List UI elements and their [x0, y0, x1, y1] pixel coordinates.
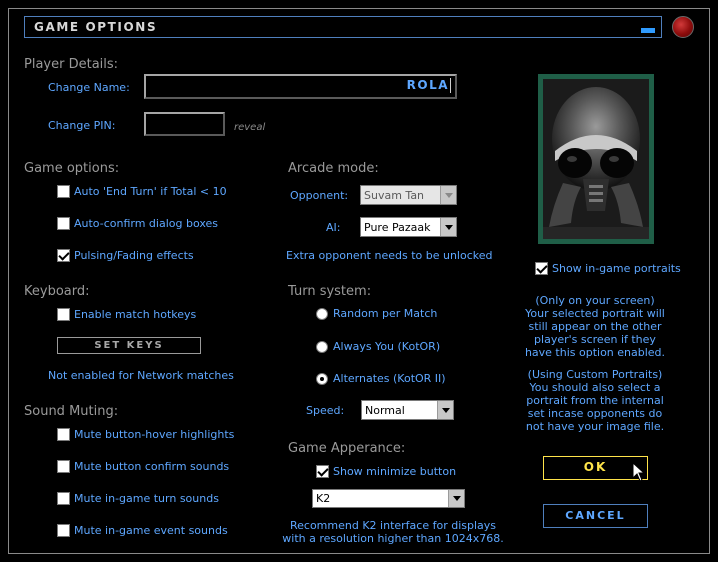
portrait-frame[interactable]: [538, 74, 654, 244]
turn-alternates-option[interactable]: Alternates (KotOR II): [316, 372, 446, 385]
speed-select[interactable]: Normal: [361, 400, 454, 420]
name-input[interactable]: ROLA: [144, 74, 457, 99]
mute-hover-checkbox[interactable]: [57, 428, 70, 441]
portrait-note-2-line-1: (Using Custom Portraits): [527, 368, 663, 381]
reveal-link[interactable]: reveal: [234, 122, 265, 133]
mute-hover-option[interactable]: Mute button-hover highlights: [57, 428, 234, 441]
pulsing-effects-option[interactable]: Pulsing/Fading effects: [57, 249, 194, 262]
keyboard-heading: Keyboard:: [24, 284, 90, 299]
portrait-note-2-line-2: You should also select a: [529, 381, 661, 394]
name-value: ROLA: [406, 78, 449, 92]
opponent-label: Opponent:: [290, 189, 349, 202]
window-title: Game Options: [34, 20, 158, 34]
arcade-mode-heading: Arcade mode:: [288, 161, 379, 176]
portrait-note-1: (Only on your screen) Your selected port…: [520, 294, 670, 359]
network-note: Not enabled for Network matches: [48, 369, 234, 382]
mute-hover-label: Mute button-hover highlights: [74, 428, 235, 441]
speed-label: Speed:: [306, 404, 345, 417]
turn-alternates-radio[interactable]: [316, 372, 328, 385]
ai-select[interactable]: Pure Pazaak: [360, 217, 457, 237]
pilot-helmet-portrait: [543, 79, 649, 239]
unlock-note: Extra opponent needs to be unlocked: [286, 249, 493, 262]
turn-always-you-radio[interactable]: [316, 340, 328, 353]
mute-confirm-label: Mute button confirm sounds: [74, 460, 230, 473]
k2-recommendation-note: Recommend K2 interface for displays with…: [282, 519, 504, 545]
k2-note-line-2: with a resolution higher than 1024x768.: [282, 532, 504, 545]
minimize-icon[interactable]: [641, 28, 655, 33]
turn-random-radio[interactable]: [316, 307, 328, 320]
change-pin-label: Change PIN:: [48, 119, 116, 132]
text-caret: [450, 78, 451, 93]
portrait-note-1-line-5: have this option enabled.: [524, 346, 666, 359]
portrait-note-1-line-4: player's screen if they: [534, 333, 656, 346]
show-minimize-option[interactable]: Show minimize button: [316, 465, 456, 478]
ai-value: Pure Pazaak: [364, 220, 431, 234]
cancel-button[interactable]: CANCEL: [543, 504, 648, 528]
arrow-cursor-icon: [632, 462, 646, 482]
mute-turn-option[interactable]: Mute in-game turn sounds: [57, 492, 219, 505]
pin-input[interactable]: [144, 112, 225, 136]
mute-confirm-checkbox[interactable]: [57, 460, 70, 473]
sound-muting-heading: Sound Muting:: [24, 404, 119, 419]
auto-confirm-checkbox[interactable]: [57, 217, 70, 230]
match-hotkeys-label: Enable match hotkeys: [74, 308, 197, 321]
pulsing-effects-label: Pulsing/Fading effects: [74, 249, 194, 262]
ai-label: AI:: [326, 221, 341, 234]
opponent-value: Suvam Tan: [364, 188, 425, 202]
opponent-select[interactable]: Suvam Tan: [360, 185, 457, 205]
turn-random-option[interactable]: Random per Match: [316, 307, 437, 320]
chevron-down-icon[interactable]: [440, 186, 456, 204]
portrait-note-1-line-2: Your selected portrait will: [525, 307, 665, 320]
show-minimize-checkbox[interactable]: [316, 465, 329, 478]
chevron-down-icon[interactable]: [440, 218, 456, 236]
game-appearance-heading: Game Apperance:: [288, 441, 406, 456]
match-hotkeys-option[interactable]: Enable match hotkeys: [57, 308, 196, 321]
player-details-heading: Player Details:: [24, 57, 119, 72]
match-hotkeys-checkbox[interactable]: [57, 308, 70, 321]
portrait-note-2: (Using Custom Portraits) You should also…: [520, 368, 670, 433]
mute-event-option[interactable]: Mute in-game event sounds: [57, 524, 228, 537]
turn-system-heading: Turn system:: [288, 284, 372, 299]
auto-confirm-label: Auto-confirm dialog boxes: [74, 217, 219, 230]
portrait-note-2-line-5: not have your image file.: [525, 420, 665, 433]
turn-alternates-label: Alternates (KotOR II): [333, 372, 446, 385]
auto-end-turn-option[interactable]: Auto 'End Turn' if Total < 10: [57, 185, 227, 198]
portrait-note-1-line-3: still appear on the other: [528, 320, 662, 333]
chevron-down-icon[interactable]: [437, 401, 453, 419]
portrait-note-2-line-3: portrait from the internal: [526, 394, 664, 407]
turn-always-you-option[interactable]: Always You (KotOR): [316, 340, 440, 353]
show-portraits-label: Show in-game portraits: [552, 262, 681, 275]
auto-end-turn-checkbox[interactable]: [57, 185, 70, 198]
interface-select[interactable]: K2: [312, 489, 465, 508]
set-keys-button[interactable]: SET KEYS: [57, 337, 201, 354]
change-name-label: Change Name:: [48, 81, 130, 94]
mute-confirm-option[interactable]: Mute button confirm sounds: [57, 460, 229, 473]
pulsing-effects-checkbox[interactable]: [57, 249, 70, 262]
show-minimize-label: Show minimize button: [333, 465, 457, 478]
speed-value: Normal: [365, 403, 405, 417]
mute-event-label: Mute in-game event sounds: [74, 524, 228, 537]
mute-turn-label: Mute in-game turn sounds: [74, 492, 219, 505]
portrait-note-2-line-4: set incase opponents do: [527, 407, 663, 420]
title-bar: Game Options: [24, 16, 662, 38]
portrait-note-1-line-1: (Only on your screen): [535, 294, 655, 307]
auto-confirm-option[interactable]: Auto-confirm dialog boxes: [57, 217, 218, 230]
interface-value: K2: [316, 492, 331, 505]
k2-note-line-1: Recommend K2 interface for displays: [289, 519, 497, 532]
turn-always-you-label: Always You (KotOR): [333, 340, 441, 353]
show-portraits-option[interactable]: Show in-game portraits: [535, 262, 681, 275]
mute-turn-checkbox[interactable]: [57, 492, 70, 505]
close-icon[interactable]: [672, 16, 694, 38]
game-options-heading: Game options:: [24, 161, 120, 176]
turn-random-label: Random per Match: [333, 307, 438, 320]
chevron-down-icon[interactable]: [448, 490, 464, 507]
auto-end-turn-label: Auto 'End Turn' if Total < 10: [74, 185, 227, 198]
show-portraits-checkbox[interactable]: [535, 262, 548, 275]
mute-event-checkbox[interactable]: [57, 524, 70, 537]
